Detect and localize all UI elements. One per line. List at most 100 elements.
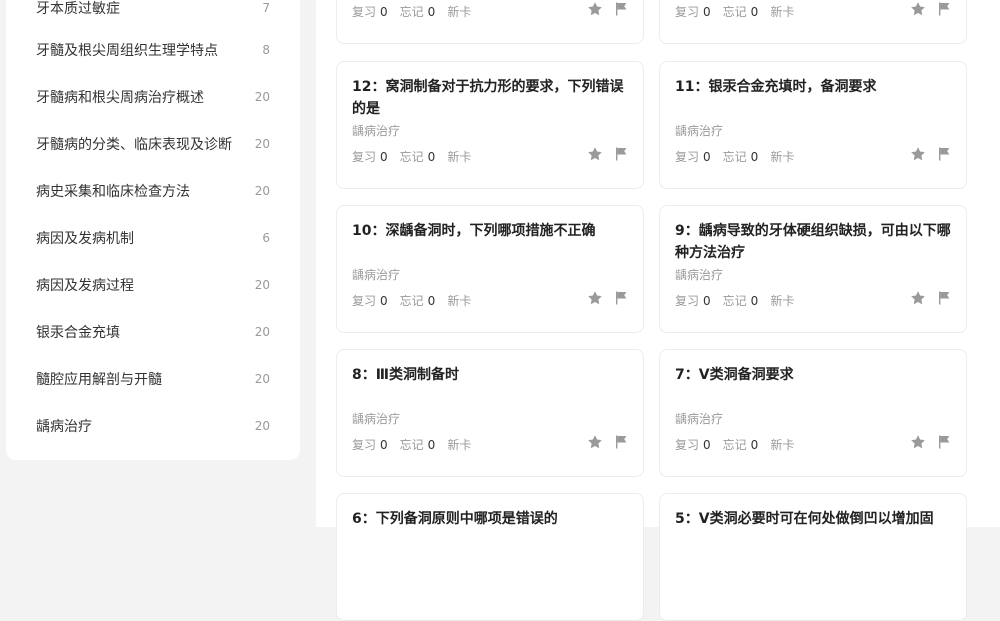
card-title: 7：Ⅴ类洞备洞要求: [675, 367, 794, 383]
forget-count: 0: [427, 294, 436, 308]
question-card[interactable]: 复习 0 忘记 0 新卡: [336, 0, 644, 44]
sidebar-item[interactable]: 牙髓病和根尖周病治疗概述 20: [36, 85, 276, 109]
star-icon[interactable]: [910, 1, 926, 17]
sidebar-item[interactable]: 牙髓病的分类、临床表现及诊断 20: [36, 132, 276, 156]
forget-count: 0: [750, 294, 759, 308]
card-tag: 龋病治疗: [675, 412, 724, 426]
sidebar-item-count: 8: [262, 43, 270, 57]
sidebar-item[interactable]: 病因及发病机制 6: [36, 226, 276, 250]
sidebar-item-count: 6: [262, 231, 270, 245]
forget-label: 忘记: [722, 294, 747, 308]
review-label: 复习: [675, 5, 700, 19]
forget-label: 忘记: [399, 5, 424, 19]
flag-icon[interactable]: [613, 290, 629, 306]
review-count: 0: [380, 150, 388, 164]
sidebar-item-count: 20: [254, 90, 270, 104]
star-icon[interactable]: [910, 434, 926, 450]
question-card[interactable]: 10：深龋备洞时，下列哪项措施不正确 龋病治疗 复习 0 忘记 0 新卡: [336, 205, 644, 333]
flag-icon[interactable]: [613, 1, 629, 17]
flag-icon[interactable]: [936, 434, 952, 450]
new-card-label: 新卡: [447, 150, 472, 164]
sidebar-item-label: 牙本质过敏症: [36, 1, 120, 17]
new-card-label: 新卡: [447, 438, 472, 452]
category-sidebar: 牙本质过敏症 7 牙髓及根尖周组织生理学特点 8 牙髓病和根尖周病治疗概述 20 牙髓…: [6, 0, 300, 460]
sidebar-item[interactable]: 病史采集和临床检查方法 20: [36, 179, 276, 203]
sidebar-item-label: 病史采集和临床检查方法: [36, 184, 190, 200]
sidebar-item[interactable]: 病因及发病过程 20: [36, 273, 276, 297]
star-icon[interactable]: [910, 146, 926, 162]
card-title: 9：龋病导致的牙体硬组织缺损，可由以下哪种方法治疗: [675, 223, 951, 261]
card-tag: 龋病治疗: [675, 268, 724, 282]
flag-icon[interactable]: [613, 146, 629, 162]
card-tag: 龋病治疗: [675, 124, 724, 138]
star-icon[interactable]: [587, 1, 603, 17]
review-label: 复习: [352, 294, 377, 308]
question-card[interactable]: 9：龋病导致的牙体硬组织缺损，可由以下哪种方法治疗 龋病治疗 复习 0 忘记 0 新卡: [659, 205, 967, 333]
forget-label: 忘记: [399, 438, 424, 452]
forget-label: 忘记: [399, 150, 424, 164]
new-card-label: 新卡: [770, 438, 795, 452]
sidebar-item[interactable]: 牙髓及根尖周组织生理学特点 8: [36, 38, 276, 62]
sidebar-item-count: 20: [254, 184, 270, 198]
sidebar-item[interactable]: 银汞合金充填 20: [36, 320, 276, 344]
question-card[interactable]: 复习 0 忘记 0 新卡: [659, 0, 967, 44]
sidebar-item[interactable]: 髓腔应用解剖与开髓 20: [36, 367, 276, 391]
sidebar-item-count: 20: [254, 325, 270, 339]
flag-icon[interactable]: [613, 434, 629, 450]
review-count: 0: [703, 150, 711, 164]
card-stats: 复习 0 忘记 0 新卡: [675, 292, 794, 309]
review-label: 复习: [675, 438, 700, 452]
review-count: 0: [703, 294, 711, 308]
question-card[interactable]: 12：窝洞制备对于抗力形的要求，下列错误的是 龋病治疗 复习 0 忘记 0 新卡: [336, 61, 644, 189]
sidebar-item-label: 牙髓及根尖周组织生理学特点: [36, 43, 218, 59]
card-stats: 复习 0 忘记 0 新卡: [675, 148, 794, 165]
question-card[interactable]: 7：Ⅴ类洞备洞要求 龋病治疗 复习 0 忘记 0 新卡: [659, 349, 967, 477]
forget-label: 忘记: [722, 438, 747, 452]
sidebar-item-count: 20: [254, 419, 270, 433]
question-card[interactable]: 6：下列备洞原则中哪项是错误的: [336, 493, 644, 621]
sidebar-item-label: 龋病治疗: [36, 419, 92, 435]
sidebar-item-label: 病因及发病机制: [36, 231, 134, 247]
flag-icon[interactable]: [936, 290, 952, 306]
forget-count: 0: [427, 5, 436, 19]
card-stats: 复习 0 忘记 0 新卡: [675, 3, 794, 20]
question-card[interactable]: 5：Ⅴ类洞必要时可在何处做倒凹以增加固: [659, 493, 967, 621]
star-icon[interactable]: [587, 434, 603, 450]
star-icon[interactable]: [587, 146, 603, 162]
forget-label: 忘记: [722, 5, 747, 19]
forget-count: 0: [750, 150, 759, 164]
sidebar-item[interactable]: 牙本质过敏症 7: [36, 0, 276, 20]
card-stats: 复习 0 忘记 0 新卡: [352, 292, 471, 309]
card-stats: 复习 0 忘记 0 新卡: [352, 148, 471, 165]
review-label: 复习: [352, 5, 377, 19]
card-stats: 复习 0 忘记 0 新卡: [352, 436, 471, 453]
card-tag: 龋病治疗: [352, 412, 401, 426]
sidebar-item-label: 病因及发病过程: [36, 278, 134, 294]
new-card-label: 新卡: [447, 5, 472, 19]
sidebar-item-label: 牙髓病和根尖周病治疗概述: [36, 90, 204, 106]
question-card[interactable]: 8：Ⅲ类洞制备时 龋病治疗 复习 0 忘记 0 新卡: [336, 349, 644, 477]
forget-label: 忘记: [399, 294, 424, 308]
sidebar-item-count: 7: [262, 1, 270, 15]
question-card[interactable]: 11：银汞合金充填时，备洞要求 龋病治疗 复习 0 忘记 0 新卡: [659, 61, 967, 189]
card-title: 11：银汞合金充填时，备洞要求: [675, 79, 877, 95]
new-card-label: 新卡: [770, 150, 795, 164]
card-title: 8：Ⅲ类洞制备时: [352, 367, 459, 383]
review-label: 复习: [675, 294, 700, 308]
review-count: 0: [380, 438, 388, 452]
new-card-label: 新卡: [447, 294, 472, 308]
card-tag: 龋病治疗: [352, 268, 401, 282]
review-count: 0: [703, 438, 711, 452]
sidebar-item-count: 20: [254, 372, 270, 386]
star-icon[interactable]: [587, 290, 603, 306]
new-card-label: 新卡: [770, 294, 795, 308]
review-label: 复习: [352, 150, 377, 164]
review-count: 0: [703, 5, 711, 19]
sidebar-item-count: 20: [254, 137, 270, 151]
star-icon[interactable]: [910, 290, 926, 306]
forget-count: 0: [750, 438, 759, 452]
review-label: 复习: [675, 150, 700, 164]
sidebar-item[interactable]: 龋病治疗 20: [36, 414, 276, 438]
flag-icon[interactable]: [936, 146, 952, 162]
flag-icon[interactable]: [936, 1, 952, 17]
